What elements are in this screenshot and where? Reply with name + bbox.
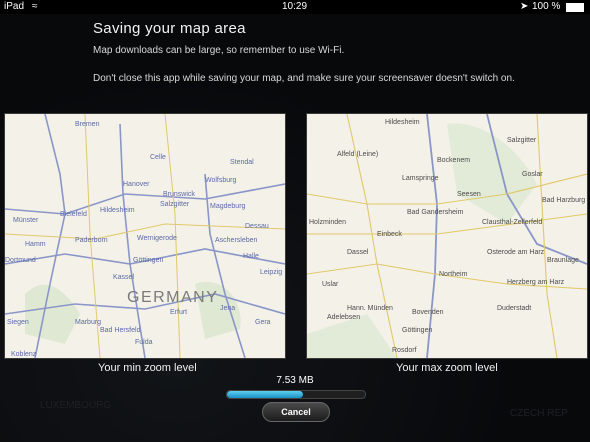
cancel-button[interactable]: Cancel bbox=[262, 402, 330, 422]
svg-text:Bad Hersfeld: Bad Hersfeld bbox=[100, 327, 141, 334]
download-progress-bar bbox=[226, 390, 366, 399]
svg-text:Dortmund: Dortmund bbox=[5, 257, 36, 264]
svg-text:Einbeck: Einbeck bbox=[377, 231, 402, 238]
svg-text:Göttingen: Göttingen bbox=[402, 327, 432, 334]
status-bar: iPad ≈ 10:29 ➤ 100 % bbox=[0, 0, 590, 14]
svg-text:Northeim: Northeim bbox=[439, 271, 468, 278]
min-zoom-caption: Your min zoom level bbox=[98, 362, 197, 374]
svg-text:Braunlage: Braunlage bbox=[547, 257, 579, 264]
svg-text:Wolfsburg: Wolfsburg bbox=[205, 177, 236, 184]
svg-text:Aschersleben: Aschersleben bbox=[215, 237, 258, 244]
svg-text:Magdeburg: Magdeburg bbox=[210, 203, 246, 210]
svg-text:Hildesheim: Hildesheim bbox=[385, 119, 420, 126]
svg-text:Rosdorf: Rosdorf bbox=[392, 347, 417, 354]
svg-text:Stendal: Stendal bbox=[230, 159, 254, 166]
max-zoom-map: Hildesheim Salzgitter Goslar Bad Harzbur… bbox=[306, 113, 588, 359]
svg-text:Wernigerode: Wernigerode bbox=[137, 235, 177, 242]
svg-text:Siegen: Siegen bbox=[7, 319, 29, 326]
battery-icon bbox=[566, 3, 584, 12]
download-size: 7.53 MB bbox=[276, 375, 314, 386]
svg-text:Goslar: Goslar bbox=[522, 171, 543, 178]
download-progress-fill bbox=[227, 391, 303, 398]
svg-text:Alfeld (Leine): Alfeld (Leine) bbox=[337, 151, 378, 158]
svg-text:Hildesheim: Hildesheim bbox=[100, 207, 135, 214]
svg-text:Brunswick: Brunswick bbox=[163, 191, 195, 198]
svg-text:Clausthal-Zellerfeld: Clausthal-Zellerfeld bbox=[482, 219, 542, 226]
svg-text:Hanover: Hanover bbox=[123, 181, 150, 188]
battery-percent: 100 % bbox=[532, 1, 561, 12]
max-zoom-caption: Your max zoom level bbox=[396, 362, 498, 374]
svg-text:Halle: Halle bbox=[243, 253, 259, 260]
svg-text:Adelebsen: Adelebsen bbox=[327, 314, 360, 321]
svg-text:Holzminden: Holzminden bbox=[309, 219, 346, 226]
svg-text:Bremen: Bremen bbox=[75, 121, 100, 128]
svg-text:Seesen: Seesen bbox=[457, 191, 481, 198]
svg-text:Uslar: Uslar bbox=[322, 281, 339, 288]
svg-text:Paderborn: Paderborn bbox=[75, 237, 108, 244]
location-icon: ➤ bbox=[520, 1, 529, 12]
svg-text:Bovenden: Bovenden bbox=[412, 309, 444, 316]
svg-text:Salzgitter: Salzgitter bbox=[160, 201, 190, 208]
clock: 10:29 bbox=[282, 1, 308, 12]
min-zoom-map: Bremen Hanover Hildesheim Bielefeld Pade… bbox=[4, 113, 286, 359]
svg-text:Osterode am Harz: Osterode am Harz bbox=[487, 249, 545, 256]
svg-text:Kassel: Kassel bbox=[113, 274, 134, 281]
svg-text:Dessau: Dessau bbox=[245, 223, 269, 230]
wifi-icon: ≈ bbox=[32, 1, 38, 12]
svg-text:Salzgitter: Salzgitter bbox=[507, 137, 537, 144]
svg-text:Fulda: Fulda bbox=[135, 339, 153, 346]
svg-text:Bielefeld: Bielefeld bbox=[60, 211, 87, 218]
svg-text:Bad Harzburg: Bad Harzburg bbox=[542, 197, 585, 204]
svg-text:Hann. Münden: Hann. Münden bbox=[347, 305, 393, 312]
page-title: Saving your map area bbox=[93, 20, 246, 37]
screensaver-note: Don't close this app while saving your m… bbox=[93, 73, 515, 84]
svg-text:Leipzig: Leipzig bbox=[260, 269, 282, 276]
wifi-note: Map downloads can be large, so remember … bbox=[93, 45, 345, 56]
svg-text:Duderstadt: Duderstadt bbox=[497, 305, 531, 312]
svg-text:Münster: Münster bbox=[13, 217, 39, 224]
svg-text:Dassel: Dassel bbox=[347, 249, 369, 256]
svg-text:Jena: Jena bbox=[220, 305, 235, 312]
svg-text:Herzberg am Harz: Herzberg am Harz bbox=[507, 279, 565, 286]
svg-text:Bad Gandersheim: Bad Gandersheim bbox=[407, 209, 464, 216]
svg-text:Celle: Celle bbox=[150, 154, 166, 161]
svg-text:Hamm: Hamm bbox=[25, 241, 46, 248]
country-label: GERMANY bbox=[127, 289, 218, 306]
device-name: iPad bbox=[4, 1, 25, 12]
svg-text:Erfurt: Erfurt bbox=[170, 309, 187, 316]
svg-text:Marburg: Marburg bbox=[75, 319, 101, 326]
svg-text:Gera: Gera bbox=[255, 319, 271, 326]
svg-text:Koblenz: Koblenz bbox=[11, 351, 37, 358]
svg-text:Göttingen: Göttingen bbox=[133, 257, 163, 264]
svg-text:Lamspringe: Lamspringe bbox=[402, 175, 439, 182]
svg-text:Bockenem: Bockenem bbox=[437, 157, 470, 164]
